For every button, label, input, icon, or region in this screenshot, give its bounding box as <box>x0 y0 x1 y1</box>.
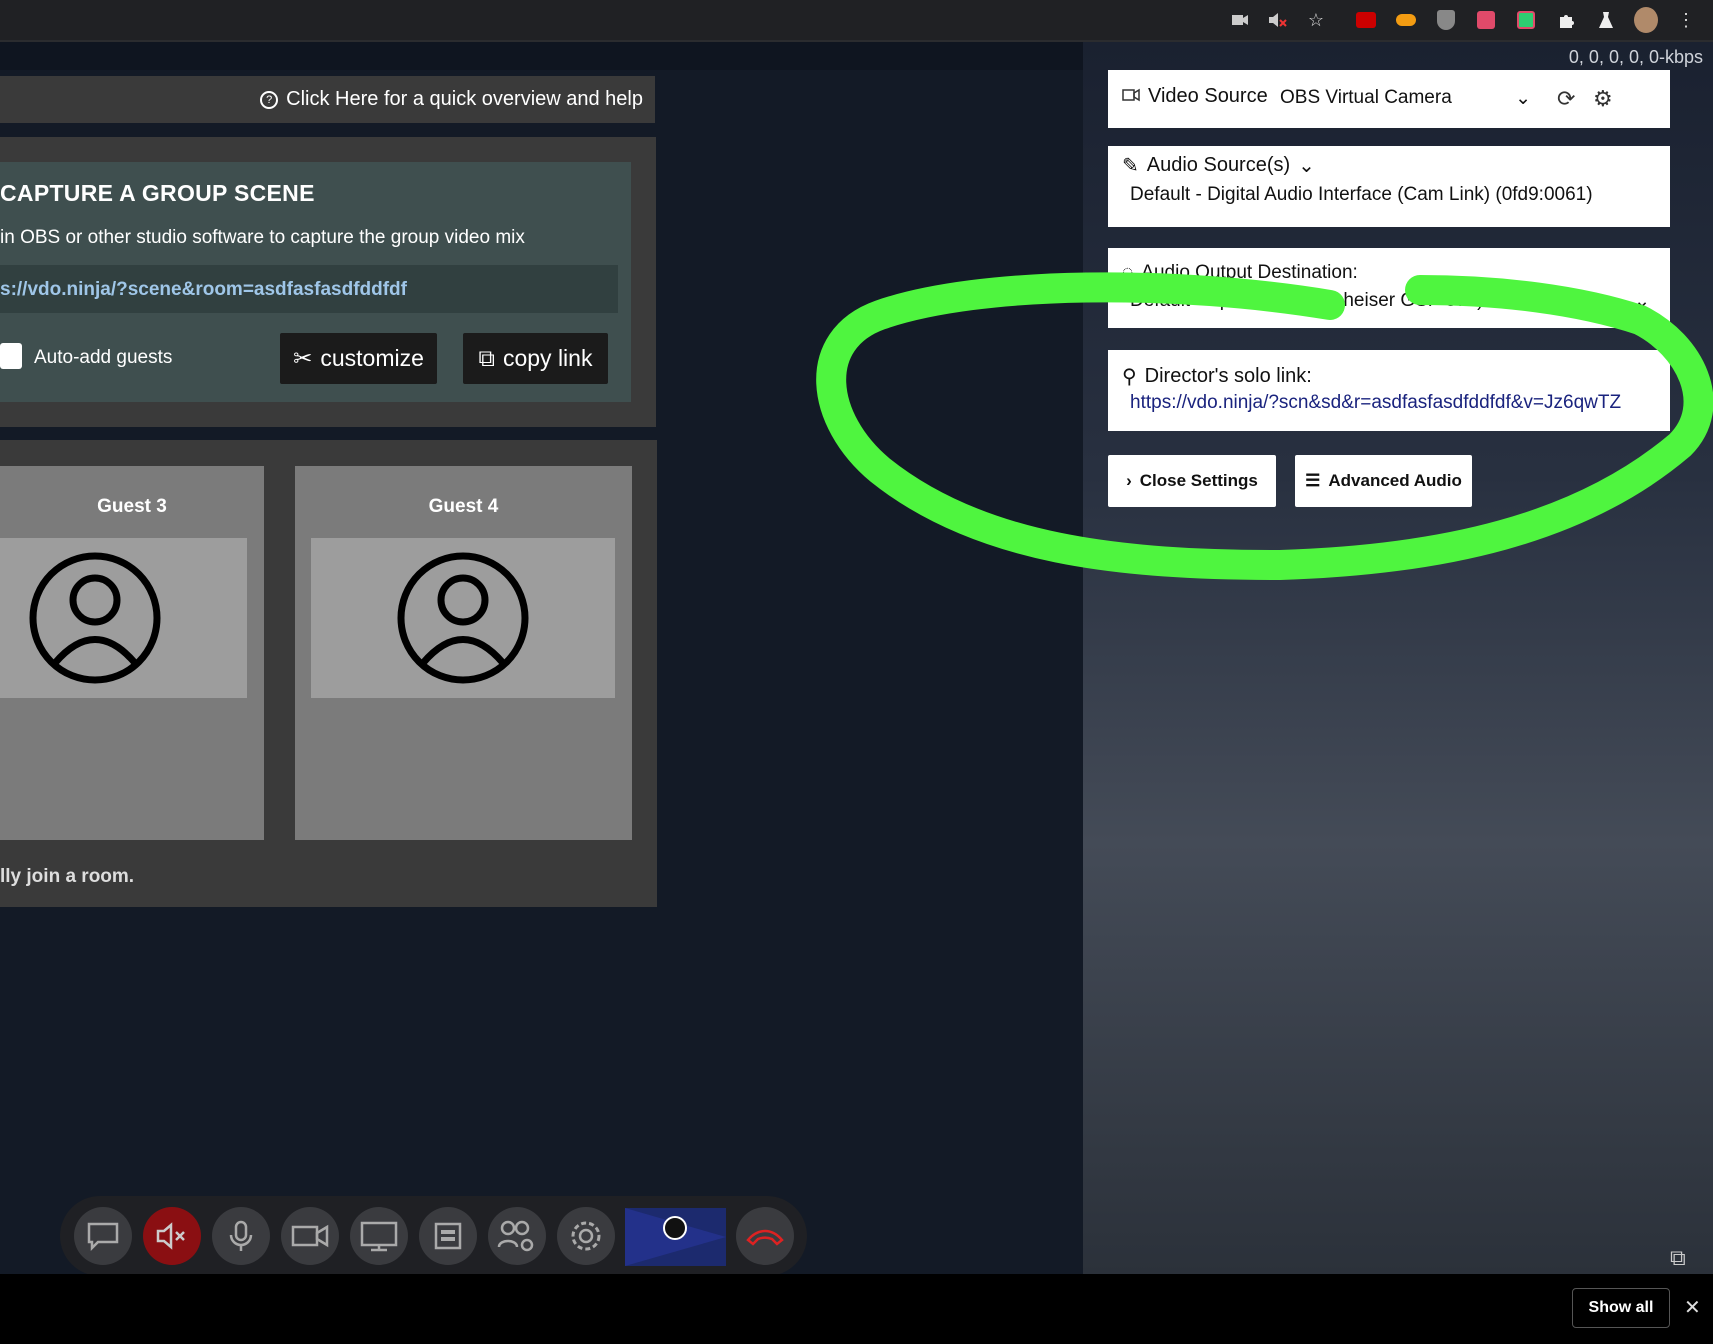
screenshare-icon[interactable] <box>350 1207 408 1265</box>
window-share-icon[interactable] <box>419 1207 477 1265</box>
translate-icon[interactable]: ⧉ <box>1670 1245 1686 1271</box>
speaker-muted-icon <box>156 1222 185 1250</box>
video-icon[interactable] <box>281 1207 339 1265</box>
show-all-label: Show all <box>1588 1299 1654 1316</box>
chat-icon[interactable] <box>74 1207 132 1265</box>
annotation-circle <box>816 272 1713 581</box>
gear-icon[interactable] <box>557 1207 615 1265</box>
mic-icon[interactable] <box>212 1207 270 1265</box>
obs-preview[interactable] <box>625 1208 726 1266</box>
hangup-icon <box>746 1229 784 1246</box>
downloads-bar <box>0 1274 1713 1344</box>
hangup-button[interactable] <box>736 1207 794 1265</box>
close-icon[interactable]: ✕ <box>1684 1295 1701 1320</box>
show-all-button[interactable]: Show all <box>1572 1288 1670 1328</box>
room-settings-icon[interactable] <box>488 1207 546 1265</box>
mute-speaker-button[interactable] <box>143 1207 201 1265</box>
obs-logo-icon <box>625 1208 726 1266</box>
